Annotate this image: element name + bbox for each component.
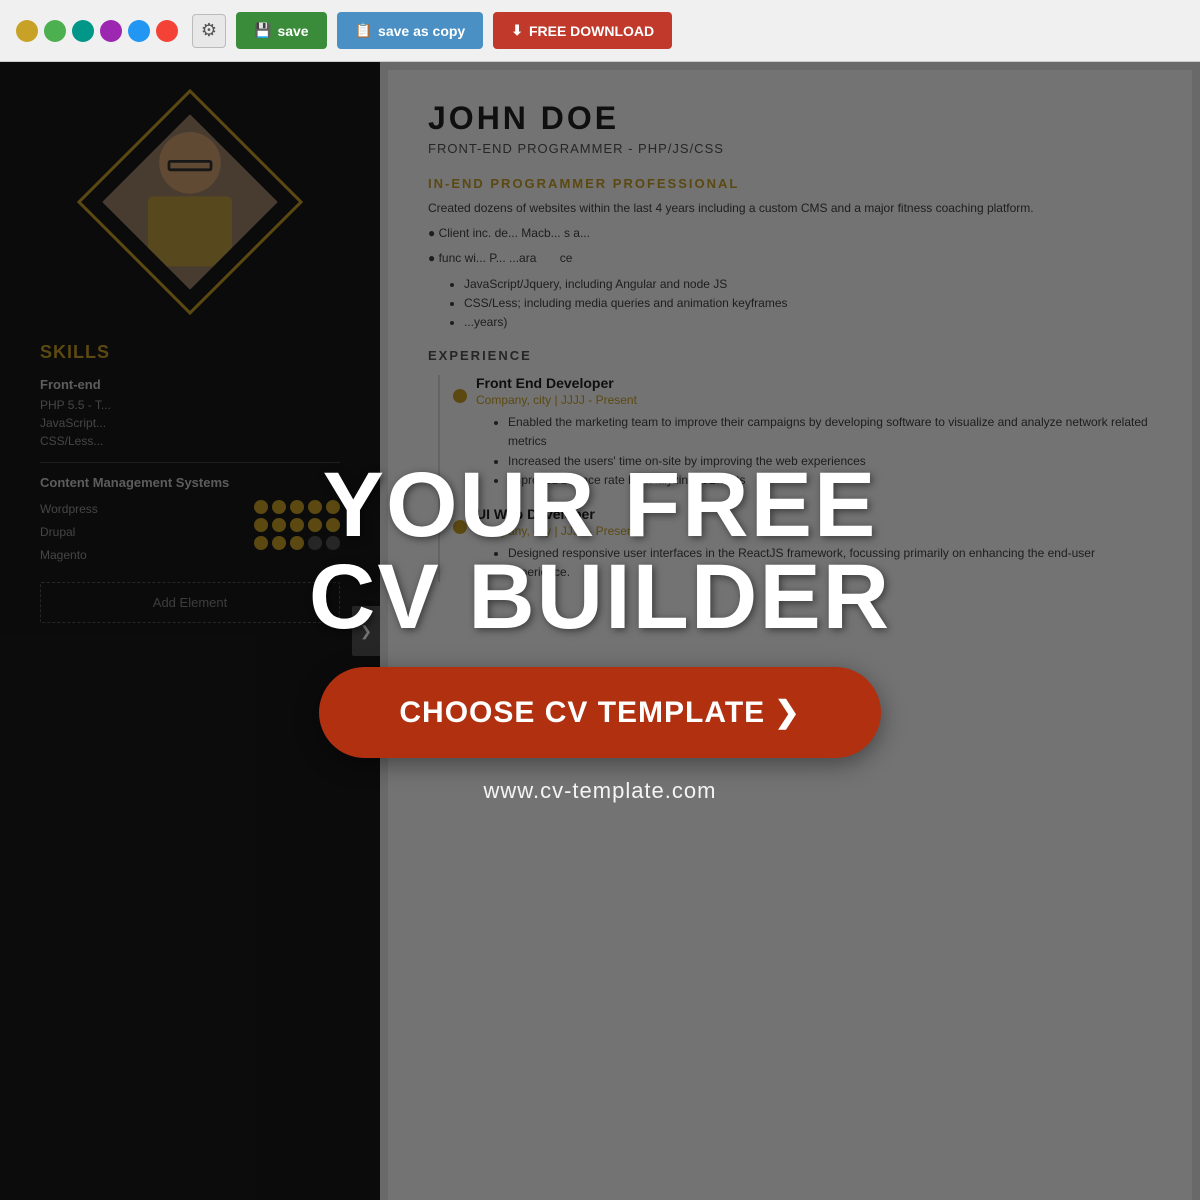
save-copy-label: save as copy bbox=[378, 23, 465, 39]
color-dot-green[interactable] bbox=[44, 20, 66, 42]
color-dot-blue[interactable] bbox=[128, 20, 150, 42]
toolbar: ⚙ 💾 save 📋 save as copy ⬇ FREE DOWNLOAD bbox=[0, 0, 1200, 62]
promotional-overlay: YOUR FREE CV BUILDER CHOOSE CV TEMPLATE … bbox=[0, 62, 1200, 1200]
color-dot-red[interactable] bbox=[156, 20, 178, 42]
download-icon: ⬇ bbox=[511, 22, 523, 39]
save-icon: 💾 bbox=[254, 22, 271, 39]
settings-button[interactable]: ⚙ bbox=[192, 14, 226, 48]
color-palette bbox=[16, 20, 178, 42]
overlay-headline: YOUR FREE CV BUILDER bbox=[309, 459, 891, 643]
save-as-copy-button[interactable]: 📋 save as copy bbox=[337, 12, 484, 49]
color-dot-teal[interactable] bbox=[72, 20, 94, 42]
save-label: save bbox=[277, 23, 308, 39]
main-area: SKILLS Front-end PHP 5.5 - T... JavaScri… bbox=[0, 62, 1200, 1200]
headline-line2: CV BUILDER bbox=[309, 546, 891, 648]
color-dot-purple[interactable] bbox=[100, 20, 122, 42]
copy-icon: 📋 bbox=[355, 22, 372, 39]
save-button[interactable]: 💾 save bbox=[236, 12, 327, 49]
headline-line1: YOUR FREE bbox=[323, 454, 878, 556]
overlay-url: www.cv-template.com bbox=[484, 778, 717, 804]
color-dot-yellow[interactable] bbox=[16, 20, 38, 42]
download-button[interactable]: ⬇ FREE DOWNLOAD bbox=[493, 12, 672, 49]
download-label: FREE DOWNLOAD bbox=[529, 23, 654, 39]
choose-template-button[interactable]: CHOOSE CV TEMPLATE ❯ bbox=[319, 667, 880, 758]
